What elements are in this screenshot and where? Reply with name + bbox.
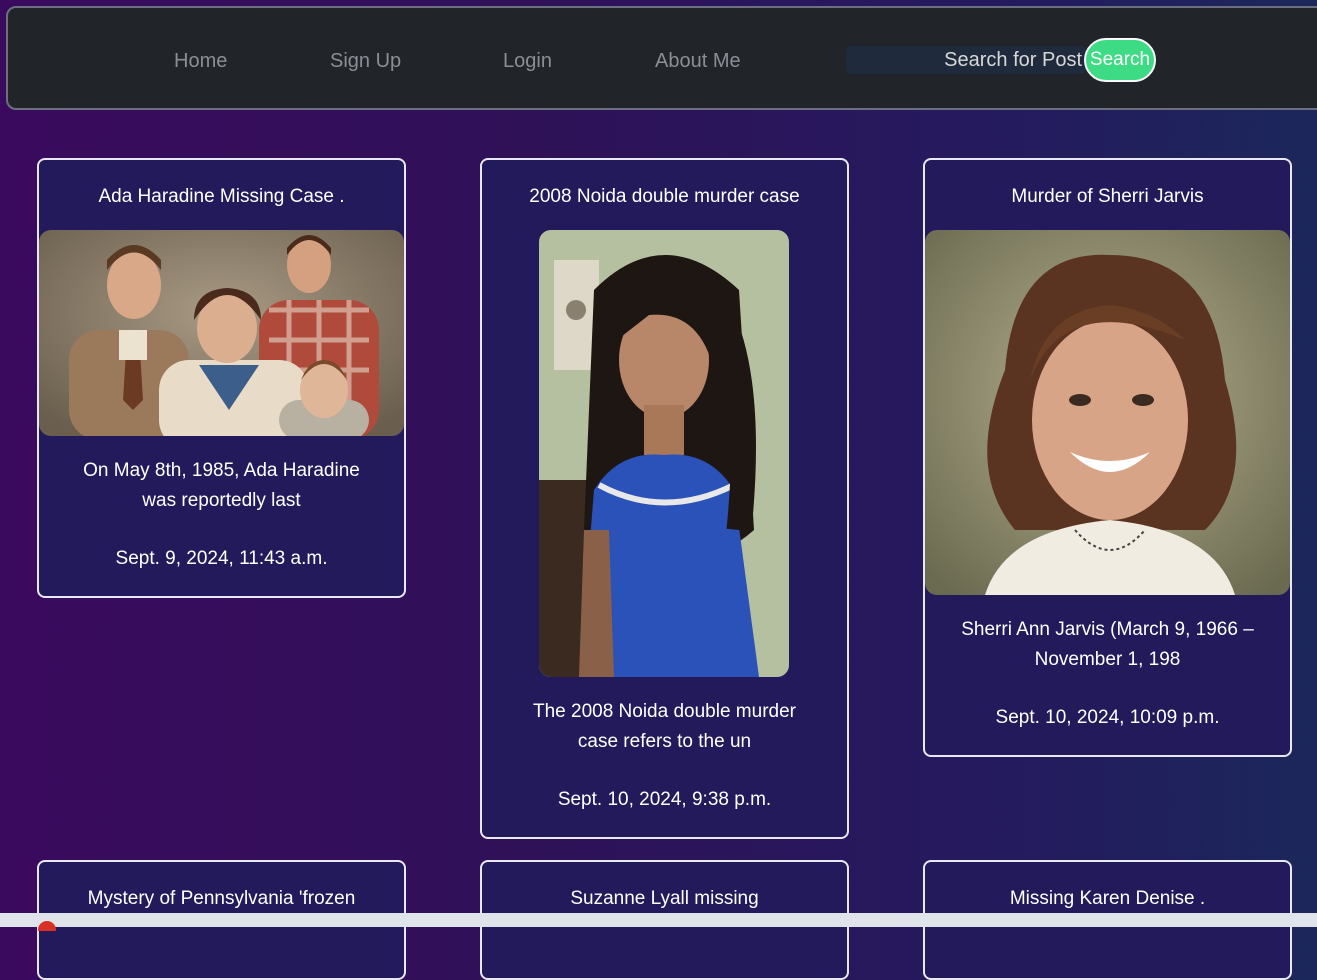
- post-date: Sept. 9, 2024, 11:43 a.m.: [115, 548, 328, 569]
- post-card[interactable]: Ada Haradine Missing Case . On May 8th, …: [37, 158, 406, 598]
- browser-icon[interactable]: [38, 921, 56, 931]
- post-image: [539, 230, 789, 677]
- post-date: Sept. 10, 2024, 10:09 p.m.: [995, 707, 1220, 728]
- post-card[interactable]: 2008 Noida double murder case The 2008 N…: [480, 158, 849, 839]
- post-excerpt: The 2008 Noida double murder case refers…: [532, 701, 796, 752]
- search-input[interactable]: [846, 46, 1086, 74]
- nav-about-link[interactable]: About Me: [655, 50, 741, 73]
- nav-home-link[interactable]: Home: [174, 50, 227, 73]
- post-image: [925, 230, 1290, 595]
- post-title: Murder of Sherri Jarvis: [1011, 186, 1204, 207]
- nav-login-link[interactable]: Login: [503, 50, 552, 73]
- post-title: Missing Karen Denise .: [1009, 888, 1206, 909]
- post-title: Suzanne Lyall missing: [570, 888, 759, 909]
- navbar: Home Sign Up Login About Me Search: [6, 6, 1317, 110]
- post-excerpt: On May 8th, 1985, Ada Haradine was repor…: [83, 460, 360, 511]
- nav-signup-link[interactable]: Sign Up: [330, 50, 401, 73]
- girl-photo: [539, 230, 789, 677]
- post-image: [39, 230, 404, 436]
- family-photo: [39, 230, 404, 436]
- taskbar: [0, 913, 1317, 931]
- post-excerpt: Sherri Ann Jarvis (March 9, 1966 – Novem…: [961, 619, 1254, 670]
- search-button[interactable]: Search: [1084, 38, 1156, 82]
- post-date: Sept. 10, 2024, 9:38 p.m.: [557, 789, 772, 810]
- post-title: 2008 Noida double murder case: [529, 186, 800, 207]
- portrait-photo: [925, 230, 1290, 595]
- post-title: Ada Haradine Missing Case .: [98, 186, 345, 207]
- post-card[interactable]: Murder of Sherri Jarvis Sherri Ann Jarvi…: [923, 158, 1292, 757]
- post-title: Mystery of Pennsylvania 'frozen: [87, 888, 356, 909]
